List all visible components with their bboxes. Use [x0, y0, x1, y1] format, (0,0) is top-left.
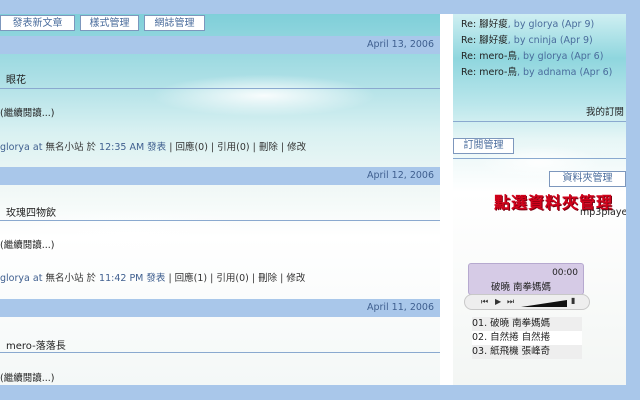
- blog-page: 發表新文章 樣式管理 網誌管理 April 13, 2006 眼花 (繼續閱讀.…: [0, 0, 640, 400]
- post-time-link[interactable]: 11:42 PM: [99, 273, 143, 284]
- at-text: at: [32, 273, 43, 284]
- reply-by: , by adnama (Apr 6): [516, 67, 613, 78]
- site-name: 無名小站: [45, 273, 84, 284]
- reply-title[interactable]: Re: mero-鳥: [461, 67, 517, 78]
- main-background-image: [0, 14, 440, 385]
- top-bar: [0, 0, 640, 14]
- reply-by: , by glorya (Apr 6): [516, 51, 604, 62]
- site-name: 無名小站: [45, 142, 84, 153]
- reply-link[interactable]: 回應(0): [175, 142, 207, 153]
- post-title[interactable]: 玫瑰四物飲: [6, 204, 56, 219]
- list-item[interactable]: Re: mero-鳥, by adnama (Apr 6): [461, 65, 626, 81]
- at-text: at: [32, 142, 43, 153]
- post-title-rule: [0, 88, 440, 89]
- previous-icon[interactable]: ⏮: [481, 297, 488, 307]
- publish-text: 發表: [147, 142, 167, 153]
- reply-link[interactable]: 回應(1): [175, 273, 207, 284]
- sidebar-rule: [453, 158, 626, 159]
- folder-manage-button[interactable]: 資料夾管理: [549, 171, 626, 187]
- recent-replies-list: Re: 腳好痠, by glorya (Apr 9) Re: 腳好痠, by c…: [461, 17, 626, 81]
- on-text: 於: [86, 273, 97, 284]
- list-item[interactable]: Re: 腳好痠, by cninja (Apr 9): [461, 33, 626, 49]
- on-text: 於: [86, 142, 97, 153]
- reply-title[interactable]: Re: mero-鳥: [461, 51, 517, 62]
- style-manage-button[interactable]: 樣式管理: [80, 15, 139, 31]
- read-more-link[interactable]: (繼續閱讀...): [0, 105, 54, 119]
- column-divider: [440, 14, 453, 385]
- edit-link[interactable]: 修改: [287, 142, 306, 153]
- mp3-player: 00:00 破曉 南拳媽媽 ⏮ ▶ ⏭ ▮ 01. 破曉 南拳媽媽 02. 自然…: [464, 263, 590, 366]
- my-subscriptions-heading: 我的訂閱: [586, 107, 625, 118]
- reply-title[interactable]: Re: 腳好痠: [461, 19, 508, 30]
- player-display: 00:00 破曉 南拳媽媽: [468, 263, 584, 295]
- read-more-link[interactable]: (繼續閱讀...): [0, 370, 54, 384]
- playlist-item[interactable]: 02. 自然捲 自然捲: [472, 331, 582, 345]
- author-link[interactable]: glorya: [0, 273, 30, 284]
- post-title[interactable]: 眼花: [6, 71, 26, 86]
- mp3player-label: mp3player: [580, 207, 632, 218]
- reply-by: , by glorya (Apr 9): [507, 19, 595, 30]
- post-title[interactable]: mero-落落長: [6, 337, 66, 352]
- post-date: April 13, 2006: [366, 39, 434, 50]
- play-icon[interactable]: ▶: [495, 297, 501, 306]
- post-title-rule: [0, 352, 440, 353]
- player-controls: ⏮ ▶ ⏭ ▮: [464, 294, 590, 310]
- next-icon[interactable]: ⏭: [507, 297, 514, 307]
- player-time: 00:00: [552, 268, 578, 278]
- list-item[interactable]: Re: mero-鳥, by glorya (Apr 6): [461, 49, 626, 65]
- post-date-bar: April 12, 2006: [0, 167, 440, 185]
- subscription-manage-button[interactable]: 訂閱管理: [453, 138, 514, 154]
- blog-manage-button[interactable]: 網誌管理: [144, 15, 205, 31]
- delete-link[interactable]: 刪除: [259, 142, 278, 153]
- bottom-bar: [0, 385, 640, 400]
- post-date-bar: April 11, 2006: [0, 299, 440, 317]
- author-link[interactable]: glorya: [0, 142, 30, 153]
- right-edge-bar: [626, 14, 640, 385]
- post-time-link[interactable]: 12:35 AM: [99, 142, 144, 153]
- playlist-item[interactable]: 03. 紙飛機 張峰奇: [472, 345, 582, 359]
- post-title-rule: [0, 220, 440, 221]
- post-date-bar: April 13, 2006: [0, 36, 440, 54]
- list-item[interactable]: Re: 腳好痠, by glorya (Apr 9): [461, 17, 626, 33]
- post-meta: glorya at 無名小站 於 12:35 AM 發表 | 回應(0) | 引…: [0, 142, 307, 153]
- quote-link[interactable]: 引用(0): [217, 142, 249, 153]
- reply-by: , by cninja (Apr 9): [507, 35, 593, 46]
- playlist-item[interactable]: 01. 破曉 南拳媽媽: [472, 317, 582, 331]
- post-meta: glorya at 無名小站 於 11:42 PM 發表 | 回應(1) | 引…: [0, 273, 306, 284]
- edit-link[interactable]: 修改: [286, 273, 305, 284]
- delete-link[interactable]: 刪除: [258, 273, 277, 284]
- volume-handle-icon[interactable]: ▮: [571, 296, 575, 305]
- publish-text: 發表: [146, 273, 166, 284]
- post-date: April 11, 2006: [366, 302, 434, 313]
- playlist: 01. 破曉 南拳媽媽 02. 自然捲 自然捲 03. 紙飛機 張峰奇: [472, 317, 582, 359]
- post-date: April 12, 2006: [366, 170, 434, 181]
- sidebar-rule: [453, 121, 626, 122]
- now-playing-track: 破曉 南拳媽媽: [491, 282, 552, 293]
- read-more-link[interactable]: (繼續閱讀...): [0, 237, 54, 251]
- reply-title[interactable]: Re: 腳好痠: [461, 35, 508, 46]
- new-post-button[interactable]: 發表新文章: [0, 15, 75, 31]
- quote-link[interactable]: 引用(0): [216, 273, 248, 284]
